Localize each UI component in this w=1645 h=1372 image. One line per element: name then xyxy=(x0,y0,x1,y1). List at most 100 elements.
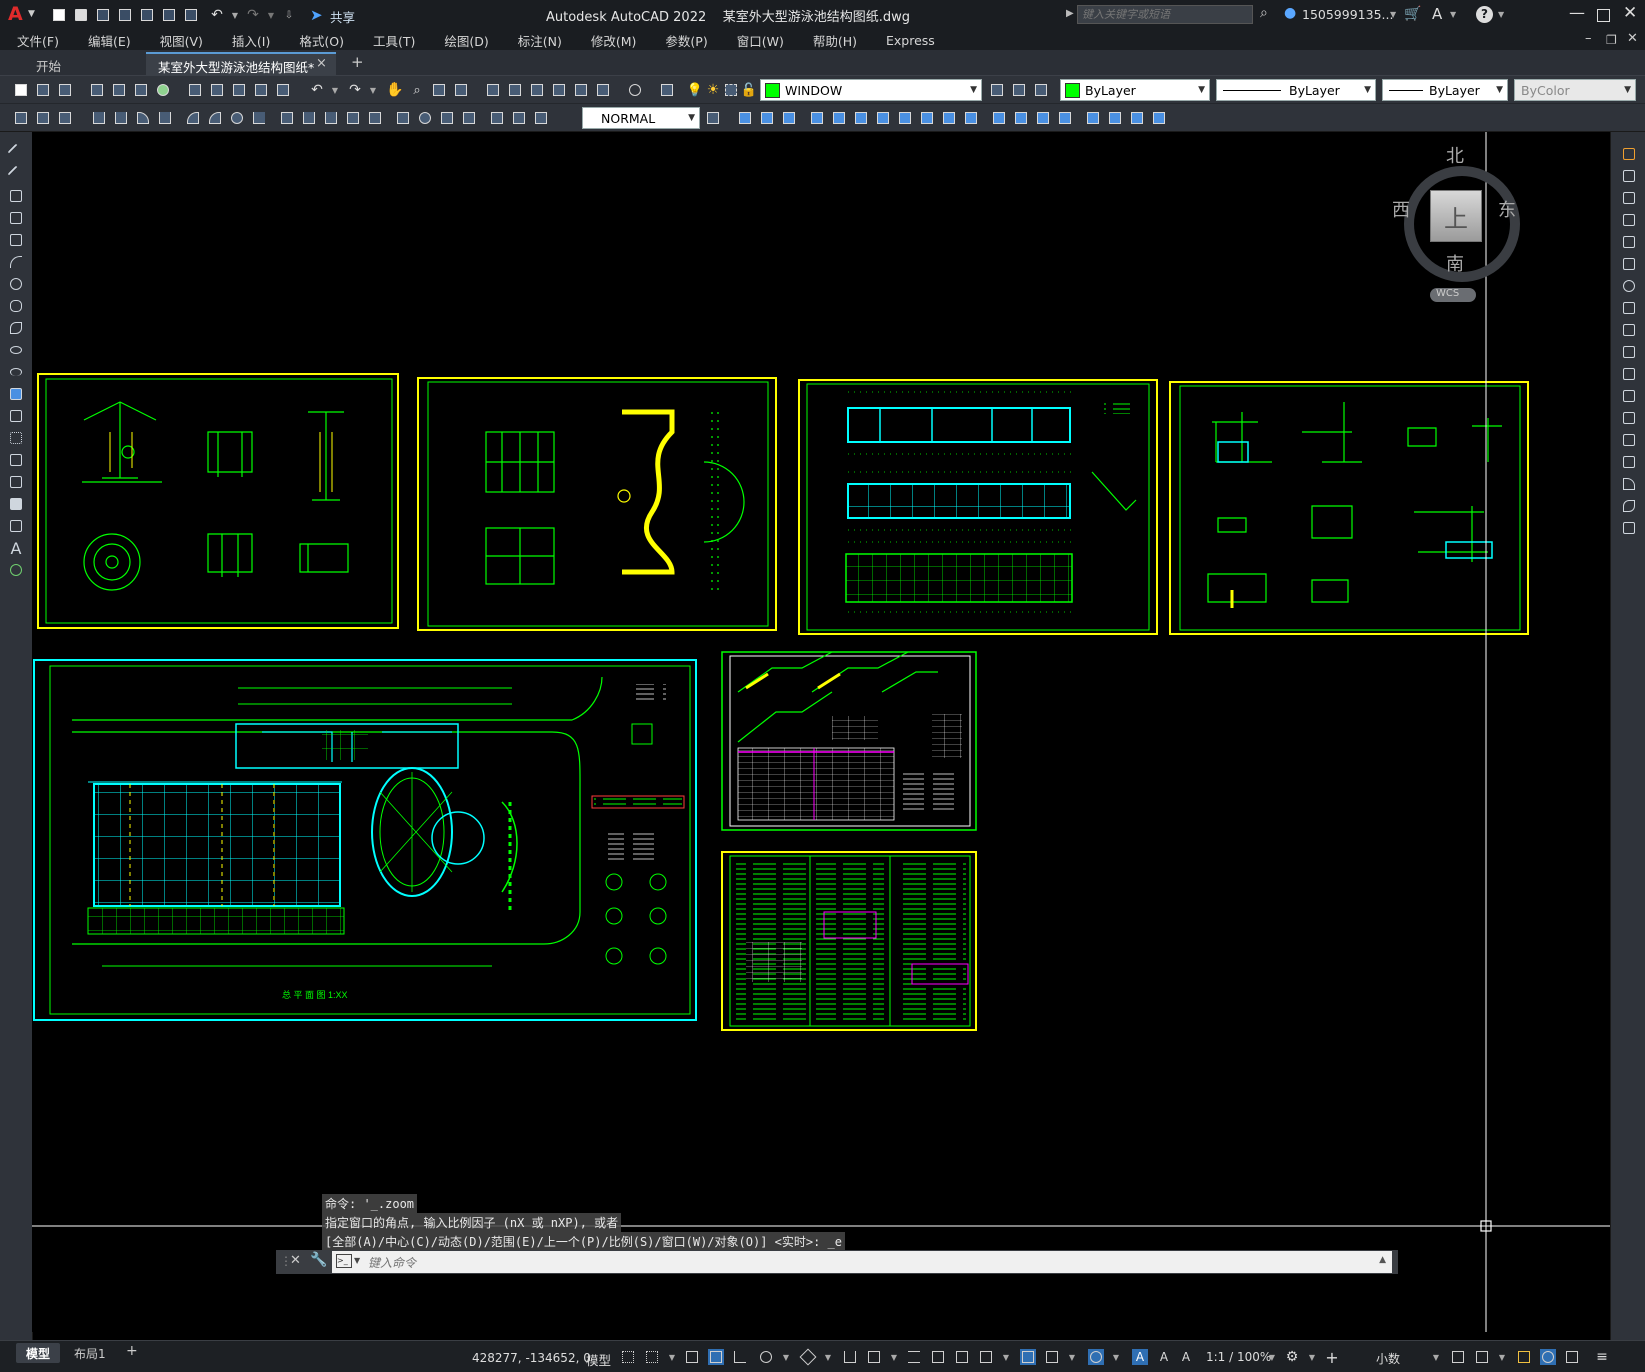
tab-model[interactable]: 模型 xyxy=(16,1343,60,1363)
autodesk-dropdown-icon[interactable]: ▼ xyxy=(1450,10,1456,19)
dim-tool-3-icon[interactable] xyxy=(56,109,74,127)
dynamic-input-icon[interactable] xyxy=(708,1349,724,1365)
dim-style-manager-icon[interactable] xyxy=(704,109,722,127)
tb-redo-dropdown-icon[interactable]: ▼ xyxy=(364,81,382,99)
scale-dropdown-icon[interactable]: ▼ xyxy=(1264,1349,1280,1365)
pan-icon[interactable]: ✋ xyxy=(386,81,404,99)
menu-tools[interactable]: 工具(T) xyxy=(373,31,415,50)
dim-tool-2-icon[interactable] xyxy=(34,109,52,127)
3d-osnap-icon[interactable] xyxy=(978,1349,994,1365)
layer-match-icon[interactable] xyxy=(1032,81,1050,99)
copy-object-icon[interactable] xyxy=(758,109,776,127)
publish-icon[interactable] xyxy=(132,81,150,99)
zoom-realtime-icon[interactable]: ⌕ xyxy=(408,81,426,99)
side-explode-icon[interactable] xyxy=(1619,518,1639,538)
circle-icon[interactable] xyxy=(6,274,26,294)
hardware-acceleration-icon[interactable] xyxy=(1540,1349,1556,1365)
break-icon[interactable] xyxy=(990,109,1008,127)
help-icon[interactable]: ? xyxy=(1476,6,1493,23)
search-expand-icon[interactable]: ▶ xyxy=(1066,8,1074,19)
dim-ordinate-icon[interactable] xyxy=(156,109,174,127)
array-icon[interactable] xyxy=(830,109,848,127)
stretch-icon[interactable] xyxy=(918,109,936,127)
design-center-icon[interactable] xyxy=(506,81,524,99)
make-block-icon[interactable] xyxy=(6,406,26,426)
new-tab-button[interactable]: + xyxy=(351,53,364,71)
extend-icon[interactable] xyxy=(962,109,980,127)
fillet-icon[interactable] xyxy=(1056,109,1074,127)
trim-icon[interactable] xyxy=(940,109,958,127)
doc-restore-button[interactable]: ❐ xyxy=(1606,33,1617,47)
plotstyle-dropdown[interactable]: ByColor ▼ xyxy=(1514,79,1636,101)
selection-cycling-icon[interactable] xyxy=(954,1349,970,1365)
viewcube-west[interactable]: 西 xyxy=(1392,196,1410,222)
undo-dropdown-icon[interactable]: ▼ xyxy=(226,6,244,24)
scale-icon[interactable] xyxy=(896,109,914,127)
make-current-layer-icon[interactable] xyxy=(988,81,1006,99)
tool-palettes-icon[interactable] xyxy=(528,81,546,99)
isodraft-dropdown-icon[interactable]: ▼ xyxy=(820,1349,836,1365)
menu-express[interactable]: Express xyxy=(886,33,935,48)
add-layout-button[interactable]: + xyxy=(126,1343,138,1359)
menu-parametric[interactable]: 参数(P) xyxy=(665,31,707,50)
model-space-toggle[interactable]: 模型 xyxy=(586,1350,611,1369)
dim-text-edit-icon[interactable] xyxy=(510,109,528,127)
polar-dropdown-icon[interactable]: ▼ xyxy=(778,1349,794,1365)
menu-draw[interactable]: 绘图(D) xyxy=(444,31,488,50)
redo-icon[interactable]: ↷ xyxy=(244,6,262,24)
save-file-icon[interactable] xyxy=(56,81,74,99)
filter-dropdown-icon[interactable]: ▼ xyxy=(1064,1349,1080,1365)
cut-icon[interactable] xyxy=(186,81,204,99)
chamfer-icon[interactable] xyxy=(1034,109,1052,127)
user-dropdown-icon[interactable]: ▼ xyxy=(1390,10,1396,19)
annotation-monitor-icon[interactable]: + xyxy=(1324,1348,1340,1367)
dynamic-ucs-icon[interactable] xyxy=(1020,1349,1036,1365)
sheet-set-icon[interactable] xyxy=(550,81,568,99)
inspect-icon[interactable] xyxy=(438,109,456,127)
save-as-icon[interactable] xyxy=(116,6,134,24)
snap-icon[interactable] xyxy=(644,1349,660,1365)
explode-icon[interactable] xyxy=(1084,109,1102,127)
color-dropdown[interactable]: ByLayer ▼ xyxy=(1060,79,1210,101)
infer-constraints-icon[interactable] xyxy=(684,1349,700,1365)
selection-filter-icon[interactable] xyxy=(1044,1349,1060,1365)
workspace-gear-icon[interactable]: ⚙ xyxy=(1284,1349,1300,1365)
undo-icon[interactable]: ↶ xyxy=(208,6,226,24)
block-editor-icon[interactable] xyxy=(274,81,292,99)
search-input[interactable] xyxy=(1077,5,1253,24)
dim-update-icon[interactable] xyxy=(532,109,550,127)
sheet-stair-details[interactable] xyxy=(721,651,977,831)
tolerance-icon[interactable] xyxy=(394,109,412,127)
tb-undo-dropdown-icon[interactable]: ▼ xyxy=(326,81,344,99)
annotation-scale-value[interactable]: 1:1 / 100% xyxy=(1206,1350,1271,1364)
save-web-icon[interactable] xyxy=(160,6,178,24)
redo-dropdown-icon[interactable]: ▼ xyxy=(262,6,280,24)
dim-arc-icon[interactable] xyxy=(134,109,152,127)
publish-web-icon[interactable] xyxy=(154,81,172,99)
side-copy-icon[interactable] xyxy=(1619,166,1639,186)
jogged-linear-icon[interactable] xyxy=(460,109,478,127)
dim-continue-icon[interactable] xyxy=(322,109,340,127)
polygon-icon[interactable] xyxy=(6,208,26,228)
mtext-icon[interactable]: A xyxy=(6,538,26,558)
customize-qat-icon[interactable]: ⇩ xyxy=(280,6,298,24)
help-dropdown-icon[interactable]: ▼ xyxy=(1498,10,1504,19)
sheet-general-notes[interactable] xyxy=(721,851,977,1031)
rotate-icon[interactable] xyxy=(874,109,892,127)
dim-jogged-icon[interactable] xyxy=(206,109,224,127)
copy-icon[interactable] xyxy=(208,81,226,99)
viewcube-south[interactable]: 南 xyxy=(1446,250,1464,276)
user-name[interactable]: 1505999135... xyxy=(1302,7,1393,22)
region-icon[interactable] xyxy=(6,494,26,514)
tab-drawing-active[interactable]: 某室外大型游泳池结构图纸* × xyxy=(146,52,336,76)
polyline-icon[interactable] xyxy=(6,186,26,206)
arc-icon[interactable] xyxy=(6,252,26,272)
layer-properties-icon[interactable] xyxy=(658,81,676,99)
dim-radius-icon[interactable] xyxy=(184,109,202,127)
dim-edit-icon[interactable] xyxy=(488,109,506,127)
command-input[interactable] xyxy=(366,1252,1270,1274)
tab-start[interactable]: 开始 xyxy=(4,52,144,75)
spline-icon[interactable] xyxy=(6,318,26,338)
side-array-icon[interactable] xyxy=(1619,232,1639,252)
annotation-scale-icon[interactable]: A xyxy=(1178,1349,1194,1365)
